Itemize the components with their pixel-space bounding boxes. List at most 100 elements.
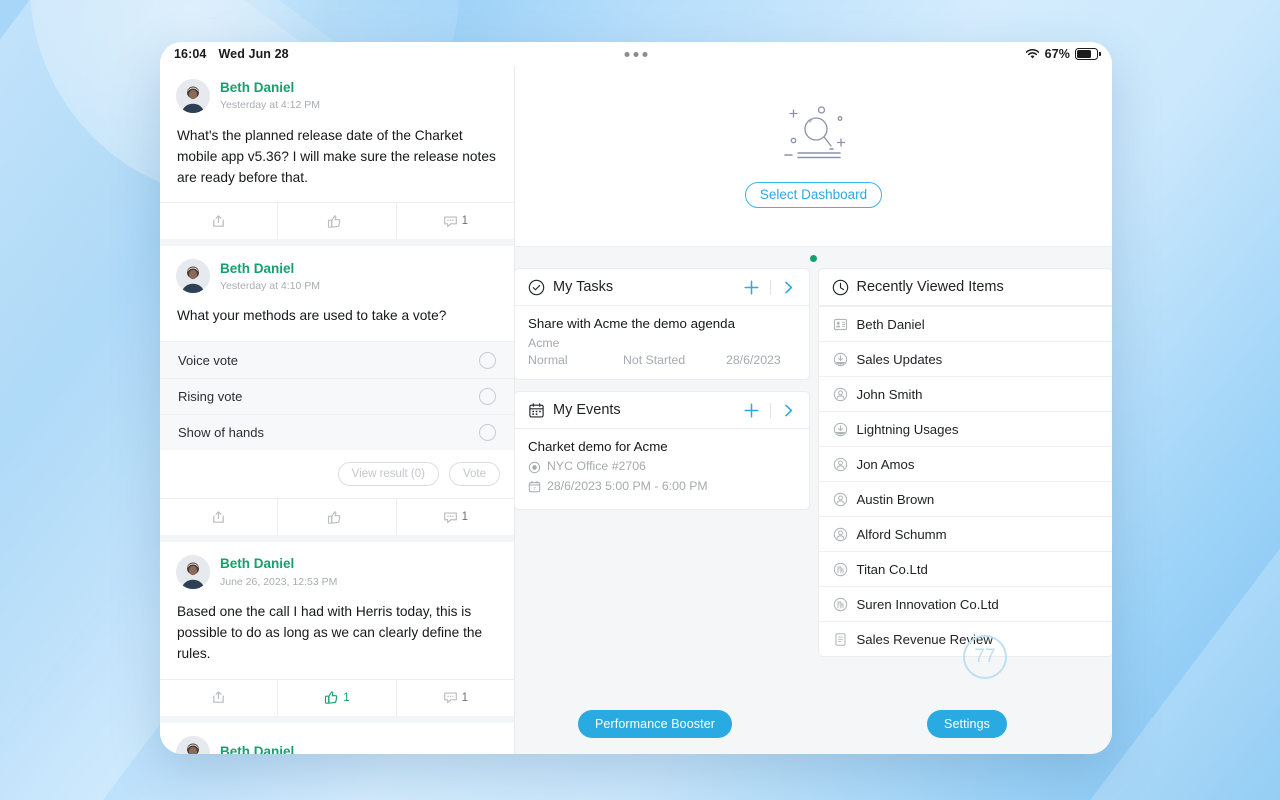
like-button[interactable] [277, 203, 395, 240]
wifi-icon [1025, 48, 1040, 60]
event-location-row: NYC Office #2706 [528, 457, 796, 477]
list-item[interactable]: John Smith [818, 376, 1112, 411]
my-events-card: My Events Charket demo for Acme NYC Offi… [515, 392, 809, 509]
post-author[interactable]: Beth Daniel [220, 260, 320, 278]
status-right-cluster: 67% [1025, 47, 1101, 61]
performance-booster-button[interactable]: Performance Booster [578, 710, 733, 738]
list-item[interactable]: Beth Daniel [818, 306, 1112, 341]
calendar-day-icon: 7 [528, 480, 541, 493]
plus-icon[interactable] [742, 401, 761, 420]
download-circle-icon [833, 352, 848, 367]
share-button[interactable] [160, 680, 277, 716]
view-result-button[interactable]: View result (0) [337, 462, 439, 487]
vote-button[interactable]: Vote [448, 462, 500, 487]
recently-viewed-card: Recently Viewed Items Beth Daniel Sales … [818, 269, 1112, 656]
list-item[interactable]: Jon Amos [818, 446, 1112, 481]
list-item-label: Sales Updates [856, 351, 943, 367]
settings-button[interactable]: Settings [927, 710, 1007, 738]
recently-viewed-header: Recently Viewed Items [818, 269, 1112, 306]
list-item[interactable]: Austin Brown [818, 481, 1112, 516]
svg-text:7: 7 [533, 487, 536, 492]
status-bar: 16:04 Wed Jun 28 67% [160, 42, 1112, 66]
post-author[interactable]: Beth Daniel [220, 79, 320, 97]
radio-button-icon[interactable] [479, 388, 496, 406]
like-button[interactable] [277, 499, 395, 536]
list-item[interactable]: Suren Innovation Co.Ltd [818, 586, 1112, 621]
event-item[interactable]: Charket demo for Acme NYC Office #2706 7 [515, 429, 809, 508]
feed-post: Beth Daniel [160, 715, 514, 754]
task-item[interactable]: Share with Acme the demo agenda Acme Nor… [515, 306, 809, 379]
tablet-device-frame: 16:04 Wed Jun 28 67% Beth Daniel Yesterd… [160, 42, 1112, 754]
share-button[interactable] [160, 203, 277, 239]
poll-option[interactable]: Rising vote [160, 378, 514, 415]
card-title: My Tasks [553, 279, 614, 295]
task-due-date: 28/6/2023 [726, 353, 781, 368]
like-button[interactable]: 1 [277, 679, 395, 716]
post-author-block: Beth Daniel June 26, 2023, 12:53 PM [220, 555, 337, 589]
avatar[interactable] [176, 735, 210, 754]
my-tasks-header: My Tasks [515, 269, 809, 306]
person-circle-icon [833, 492, 848, 507]
list-item-label: Jon Amos [856, 456, 915, 472]
list-item-label: Suren Innovation Co.Ltd [856, 596, 999, 612]
list-item[interactable]: Alford Schumm [818, 516, 1112, 551]
radio-button-icon[interactable] [479, 351, 496, 369]
list-item-label: Titan Co.Ltd [856, 561, 928, 577]
post-timestamp: Yesterday at 4:12 PM [220, 99, 321, 112]
bottom-action-bar: Performance Booster Settings [515, 698, 1112, 754]
download-circle-icon [833, 422, 848, 437]
task-title: Share with Acme the demo agenda [528, 316, 735, 331]
list-item[interactable]: Sales Revenue Review [818, 621, 1112, 656]
avatar[interactable] [176, 555, 210, 590]
person-circle-icon [833, 527, 848, 542]
post-author-block: Beth Daniel Yesterday at 4:12 PM [220, 79, 320, 113]
post-author[interactable]: Beth Daniel [220, 743, 294, 754]
select-dashboard-button[interactable]: Select Dashboard [744, 182, 883, 208]
event-title: Charket demo for Acme [528, 439, 668, 455]
post-body: What's the planned release date of the C… [177, 128, 496, 185]
post-action-bar: 1 1 [160, 678, 514, 716]
calendar-icon [528, 402, 545, 419]
list-item[interactable]: Titan Co.Ltd [818, 551, 1112, 586]
post-author[interactable]: Beth Daniel [220, 555, 337, 573]
comment-button[interactable]: 1 [395, 679, 514, 716]
my-events-header: My Events [515, 392, 809, 430]
chatter-feed-panel[interactable]: Beth Daniel Yesterday at 4:12 PM What's … [160, 66, 515, 754]
post-header: Beth Daniel June 26, 2023, 12:53 PM [160, 542, 514, 593]
post-action-bar: 1 [160, 498, 514, 536]
radio-button-icon[interactable] [479, 424, 496, 442]
clock-icon [832, 279, 849, 296]
my-tasks-card: My Tasks Share with Acme the demo agenda… [515, 269, 809, 380]
chevron-right-icon[interactable] [780, 279, 797, 296]
chevron-right-icon[interactable] [780, 402, 797, 419]
list-item-label: Alford Schumm [856, 526, 947, 542]
post-timestamp: June 26, 2023, 12:53 PM [220, 575, 338, 588]
check-circle-icon [528, 279, 545, 296]
post-timestamp: Yesterday at 4:10 PM [220, 279, 321, 292]
dashboard-page-indicator[interactable] [515, 247, 1112, 269]
list-item[interactable]: Sales Updates [818, 341, 1112, 376]
divider [769, 402, 771, 418]
list-item-label: Austin Brown [856, 491, 935, 507]
workspace-column-left: My Tasks Share with Acme the demo agenda… [515, 269, 809, 698]
building-circle-icon [833, 597, 848, 612]
poll-option[interactable]: Show of hands [160, 414, 514, 451]
poll-option-label: Show of hands [178, 425, 265, 441]
list-item[interactable]: Lightning Usages [818, 411, 1112, 446]
comment-button[interactable]: 1 [395, 203, 514, 240]
multitask-handle-icon[interactable] [624, 52, 648, 57]
avatar[interactable] [176, 79, 210, 113]
battery-icon [1075, 48, 1101, 60]
list-item-label: Beth Daniel [856, 316, 925, 332]
comment-count: 1 [461, 691, 469, 704]
post-author-block: Beth Daniel [220, 743, 294, 754]
share-button[interactable] [160, 499, 277, 535]
poll-option[interactable]: Voice vote [160, 342, 514, 379]
poll: Voice vote Rising vote Show of hands Vie… [160, 341, 514, 498]
list-item-label: Lightning Usages [856, 421, 959, 437]
plus-icon[interactable] [742, 278, 761, 297]
comment-button[interactable]: 1 [395, 499, 514, 536]
post-body: Based one the call I had with Herris tod… [177, 604, 483, 661]
comment-count: 1 [461, 215, 469, 228]
avatar[interactable] [176, 259, 210, 294]
